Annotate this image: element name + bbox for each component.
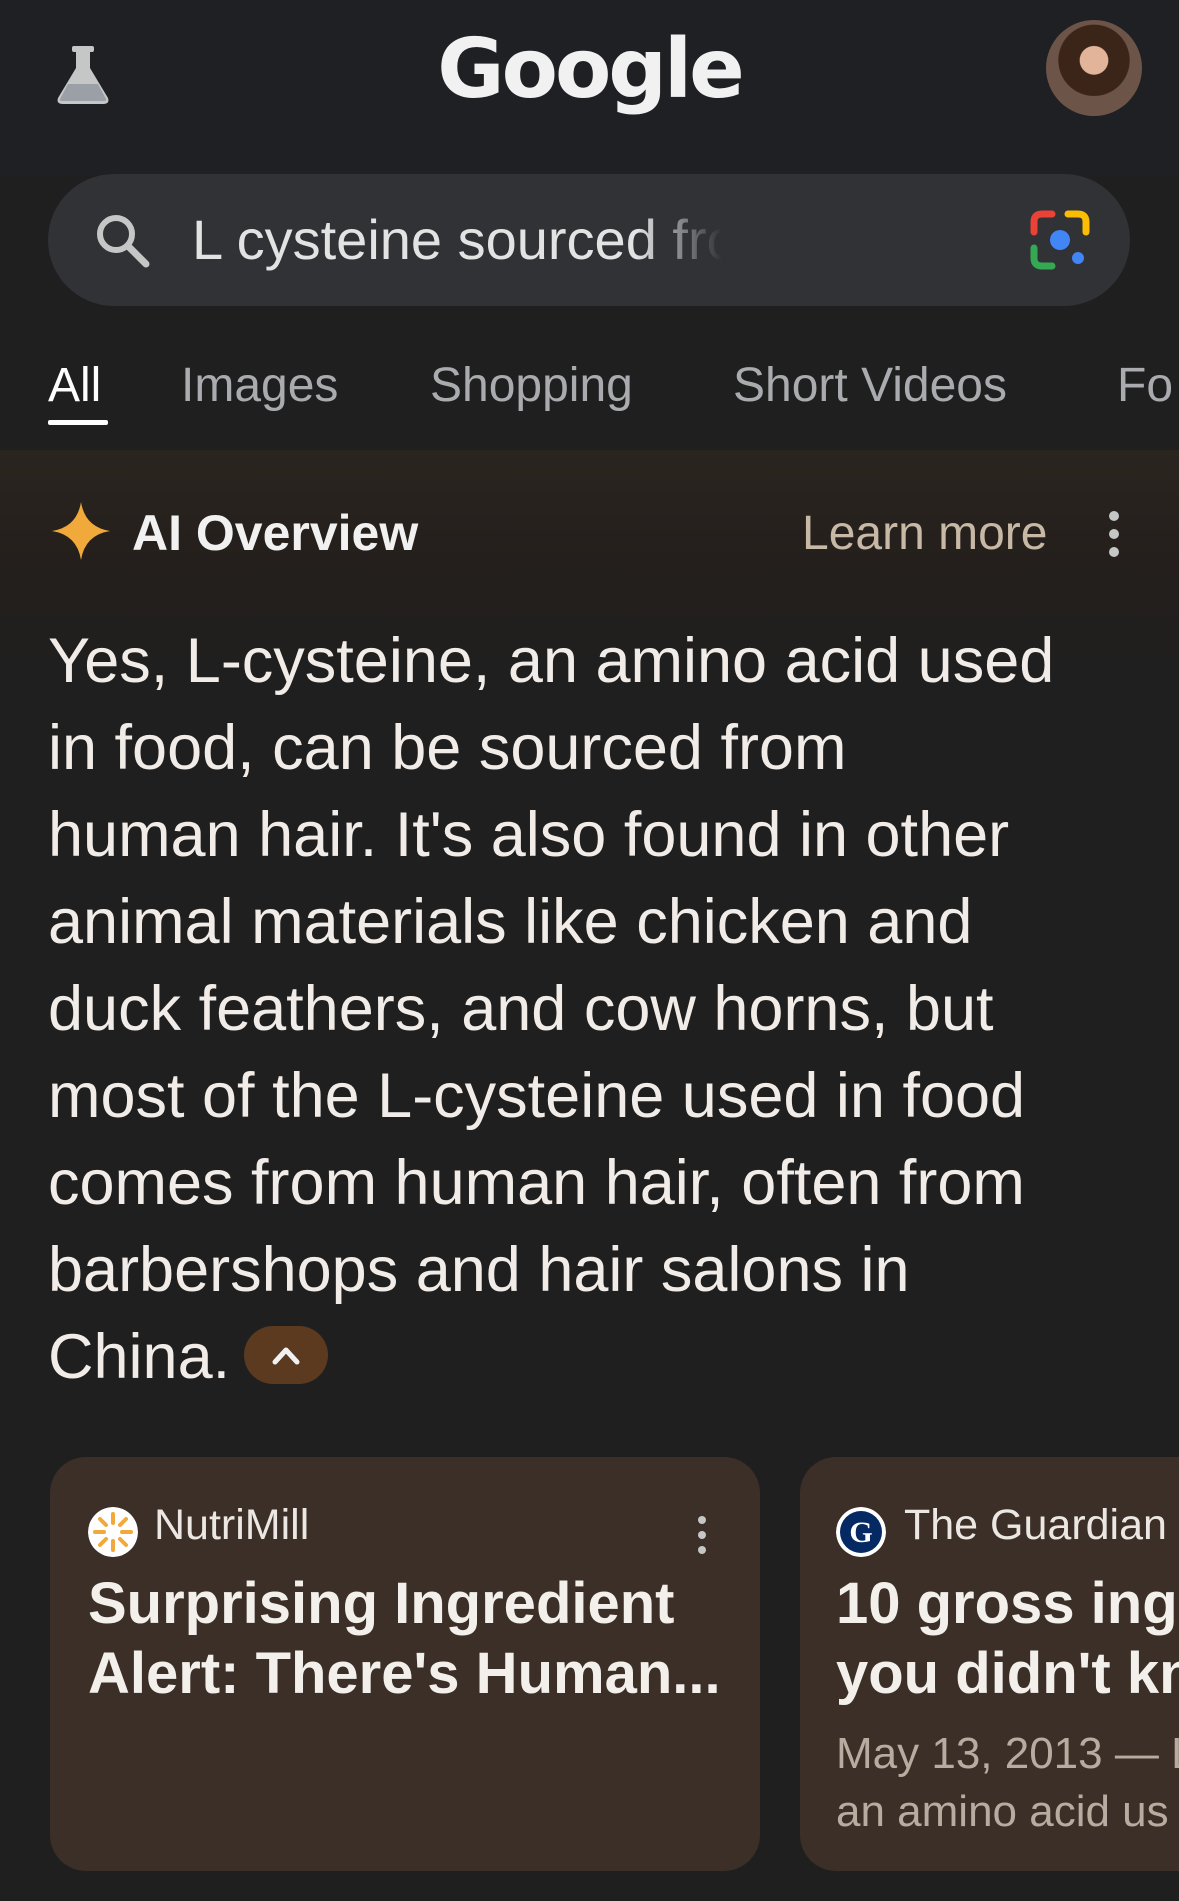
tab-bar: All Images Shopping Short Videos Fo [0,340,1179,450]
source-title-line: 10 gross ingr [836,1571,1179,1636]
search-results-page: Google L cysteine sourced from hair food… [0,0,1179,1901]
search-input[interactable]: L cysteine sourced from hair food [192,206,722,274]
ai-text-line: barbershops and hair salons in [48,1235,910,1305]
source-snippet-line: an amino acid us [836,1787,1169,1836]
sparkle-icon [52,502,110,560]
ai-text-line: most of the L-cysteine used in food [48,1061,1026,1131]
ai-text-line: Yes, L-cysteine, an amino acid used [48,626,1055,696]
header: Google [0,0,1179,175]
active-tab-indicator [48,420,108,425]
ai-overview-title: AI Overview [132,505,419,561]
source-name: NutriMill [154,1501,310,1549]
source-title[interactable]: Surprising Ingredient Alert: There's Hum… [88,1569,721,1709]
source-card[interactable]: NutriMill Surprising Ingredient Alert: T… [50,1457,760,1871]
source-name: The Guardian [904,1501,1167,1549]
source-card[interactable]: G The Guardian 10 gross ingr you didn't … [800,1457,1179,1871]
source-snippet-line: May 13, 2013 — L [836,1729,1179,1778]
more-options-icon[interactable] [1100,510,1128,558]
tab-images[interactable]: Images [181,358,338,413]
source-title-line: Alert: There's Human... [88,1641,721,1706]
ai-text-line: in food, can be sourced from [48,713,847,783]
source-title-line: Surprising Ingredient [88,1571,675,1636]
chevron-up-icon [272,1347,300,1365]
svg-text:G: G [849,1516,872,1549]
source-snippet: May 13, 2013 — L an amino acid us [836,1725,1179,1841]
guardian-logo-icon: G [836,1507,886,1557]
ai-text-line: animal materials like chicken and [48,887,973,957]
search-bar[interactable]: L cysteine sourced from hair food [48,174,1130,306]
ai-overview-panel: AI Overview Learn more Yes, L-cysteine, … [0,450,1179,1901]
tab-shopping[interactable]: Shopping [430,358,633,413]
card-more-icon[interactable] [692,1515,712,1555]
tab-more[interactable]: Fo [1117,358,1173,413]
collapse-button[interactable] [244,1326,329,1385]
google-logo[interactable]: Google [0,22,1179,117]
ai-text-line: duck feathers, and cow horns, but [48,974,994,1044]
source-title-line: you didn't kn [836,1641,1179,1706]
ai-text-line: China. [48,1322,231,1392]
ai-text-last-line: China. [48,1314,1138,1401]
source-title[interactable]: 10 gross ingr you didn't kn [836,1569,1179,1709]
learn-more-link[interactable]: Learn more [802,506,1047,561]
tab-all[interactable]: All [48,358,101,413]
ai-text-line: human hair. It's also found in other [48,800,1010,870]
nutrimill-logo-icon [88,1507,138,1557]
ai-overview-text: Yes, L-cysteine, an amino acid used in f… [48,618,1138,1401]
search-icon [97,215,150,268]
ai-text-line: comes from human hair, often from [48,1148,1025,1218]
avatar[interactable] [1046,20,1142,116]
tab-short-videos[interactable]: Short Videos [733,358,1007,413]
google-lens-icon[interactable] [1028,208,1092,272]
